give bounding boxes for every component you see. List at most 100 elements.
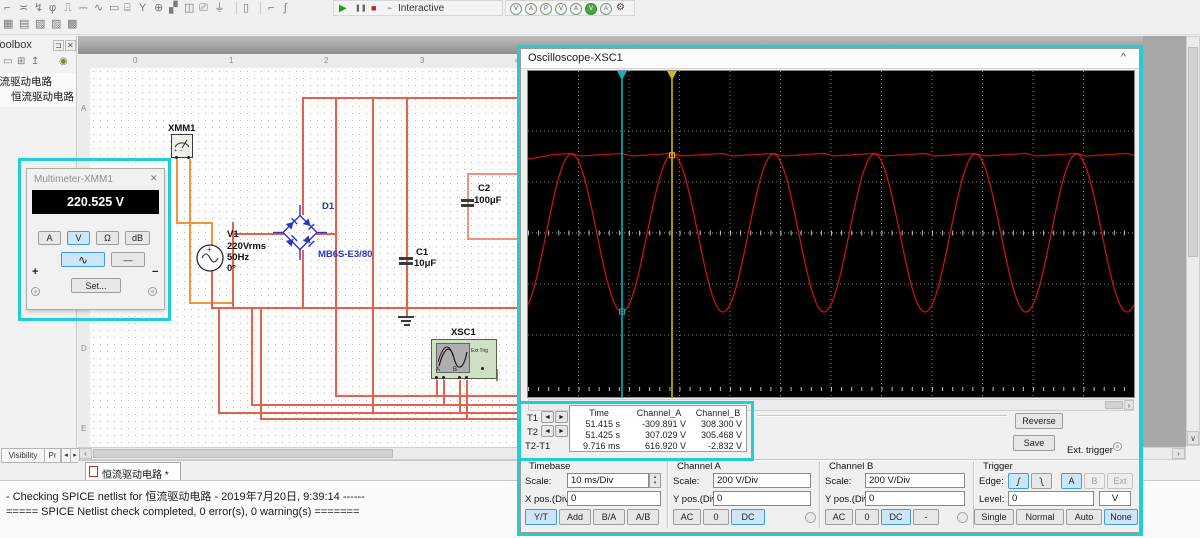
new-sheet-icon[interactable]: ▭ <box>3 57 12 67</box>
ac-mode-button[interactable]: ∿ <box>61 252 105 267</box>
vscroll-thumb[interactable] <box>1188 47 1198 257</box>
component-icon[interactable]: ∿ <box>94 3 103 14</box>
falling-edge-button[interactable]: ʃ <box>1031 473 1052 489</box>
component-icon[interactable]: ◫ <box>184 3 194 14</box>
tree-item-project[interactable]: 恒流驱动电路 <box>0 73 76 88</box>
dc-mode-button[interactable]: — <box>111 252 145 267</box>
component-icon[interactable]: ⏚ <box>214 3 225 14</box>
minus-terminal[interactable] <box>148 287 157 296</box>
component-icon[interactable]: Y <box>139 3 146 14</box>
timebase-xpos-input[interactable]: 0 <box>567 491 661 506</box>
scroll-down-button[interactable]: ∨ <box>1187 431 1199 445</box>
stop-button[interactable]: ■ <box>371 3 376 13</box>
wire-tool-icon[interactable]: ⌐ <box>268 3 274 14</box>
capacitor-c2-plate[interactable] <box>461 199 474 202</box>
timebase-scale-spinner[interactable]: ▴ ▾ <box>649 473 661 488</box>
mode-ohm-button[interactable]: Ω <box>96 231 119 245</box>
xmm1-terminal[interactable] <box>187 156 190 159</box>
add-mode-button[interactable]: Add <box>559 509 591 525</box>
diff-voltage-probe-icon[interactable]: V <box>555 3 567 15</box>
save-button[interactable]: Save <box>1013 435 1055 451</box>
open-icon[interactable]: ⊞ <box>17 57 25 67</box>
component-icon[interactable]: ⎚ <box>199 3 208 14</box>
component-icon[interactable]: ⌐ <box>4 3 10 14</box>
t2-left-button[interactable]: ◄ <box>541 425 554 437</box>
scope-scroll-right-button[interactable]: › <box>1124 400 1134 410</box>
trigger-source-ext-button[interactable]: Ext <box>1107 473 1133 489</box>
ba-mode-button[interactable]: B/A <box>593 509 625 525</box>
rising-edge-button[interactable]: ʃ <box>1008 473 1029 489</box>
trigger-normal-button[interactable]: Normal <box>1016 509 1064 525</box>
channel-b-dc-button[interactable]: DC <box>881 509 911 525</box>
graphic-tool-icon[interactable]: ▩ <box>67 19 77 30</box>
spinner-down-icon[interactable]: ▾ <box>650 480 660 486</box>
ac-source-v1[interactable]: + <box>194 243 226 275</box>
close-icon[interactable]: ✕ <box>65 40 76 51</box>
ext-trigger-terminal[interactable] <box>1113 442 1122 451</box>
xsc1-terminal[interactable] <box>465 376 468 379</box>
xsc1-ext-terminal[interactable] <box>481 367 484 370</box>
graphic-tool-icon[interactable]: ▦ <box>3 19 13 30</box>
oscilloscope-component[interactable]: Ext Trig A B <box>431 339 497 379</box>
channel-b-ypos-input[interactable]: 0 <box>865 491 965 506</box>
active-sheet-icon[interactable]: ◉ <box>59 57 68 67</box>
multimeter-component[interactable]: + − <box>171 134 193 158</box>
interactive-dropdown[interactable]: Interactive <box>398 3 444 14</box>
voltage-probe-icon[interactable]: V <box>510 3 522 15</box>
component-icon[interactable]: ⎍ <box>64 3 72 14</box>
channel-b-scale-input[interactable]: 200 V/Div <box>865 473 965 488</box>
capacitor-c1-plate[interactable] <box>399 262 413 265</box>
channel-a-dc-button[interactable]: DC <box>731 509 765 525</box>
trigger-single-button[interactable]: Single <box>974 509 1014 525</box>
tab-pr[interactable]: Pr <box>44 448 61 463</box>
phase-probe-icon[interactable]: A <box>600 3 612 15</box>
tab-visibility[interactable]: Visibility <box>1 448 45 463</box>
capacitor-c2-plate[interactable] <box>461 204 474 207</box>
component-icon[interactable]: ⌸ <box>124 3 131 14</box>
channel-a-ac-button[interactable]: AC <box>673 509 701 525</box>
xsc1-terminal[interactable] <box>442 376 445 379</box>
channel-b-terminal[interactable] <box>957 512 968 523</box>
graphic-tool-icon[interactable]: ▨ <box>51 19 61 30</box>
trigger-none-button[interactable]: None <box>1104 509 1138 525</box>
close-icon[interactable]: ✕ <box>150 173 158 184</box>
trigger-auto-button[interactable]: Auto <box>1066 509 1102 525</box>
mode-ampere-button[interactable]: A <box>38 231 61 245</box>
scroll-left-button[interactable]: ‹ <box>79 448 92 459</box>
t2-right-button[interactable]: ► <box>555 425 568 437</box>
mode-volt-button[interactable]: V <box>67 231 90 245</box>
channel-b-zero-button[interactable]: 0 <box>855 509 879 525</box>
component-icon[interactable]: ↯ <box>34 3 43 14</box>
scroll-right-button[interactable]: › <box>1172 448 1185 459</box>
capacitor-c1-plate[interactable] <box>399 257 413 260</box>
channel-b-minus-button[interactable]: - <box>913 509 939 525</box>
component-icon[interactable]: φ <box>49 3 56 14</box>
canvas-vscrollbar[interactable]: ∨ <box>1186 36 1200 446</box>
reverse-button[interactable]: Reverse <box>1015 413 1063 429</box>
power-probe-icon[interactable]: P <box>540 3 552 15</box>
xsc1-terminal[interactable] <box>458 376 461 379</box>
channel-a-terminal[interactable] <box>805 512 816 523</box>
channel-a-zero-button[interactable]: 0 <box>703 509 729 525</box>
scope-display[interactable] <box>527 70 1135 398</box>
scope-titlebar[interactable]: Oscilloscope-XSC1 ^ <box>521 49 1139 69</box>
scope-hscroll-thumb[interactable] <box>1105 401 1123 409</box>
edge-tool-icon[interactable]: ʃ <box>284 3 286 14</box>
timebase-scale-input[interactable]: 10 ms/Div <box>567 473 649 488</box>
graphic-tool-icon[interactable]: ▤ <box>19 19 29 30</box>
xmm1-terminal[interactable] <box>175 156 178 159</box>
collapse-icon[interactable]: ^ <box>1121 52 1126 63</box>
set-button[interactable]: Set... <box>71 278 121 293</box>
xsc1-terminal[interactable] <box>435 376 438 379</box>
sheet-tab[interactable]: 恒流驱动电路 * <box>85 462 181 481</box>
pause-button[interactable]: ❚❚ <box>355 4 367 12</box>
component-icon[interactable]: ▞ <box>169 3 177 14</box>
graphic-tool-icon[interactable]: ▧ <box>35 19 45 30</box>
component-icon[interactable]: ⎓ <box>79 3 88 14</box>
yt-mode-button[interactable]: Y/T <box>525 509 557 525</box>
toolbox-titlebar[interactable]: Toolbox ⊐ ✕ <box>0 38 76 54</box>
multimeter-window[interactable]: Multimeter-XMM1 ✕ 220.525 V A V Ω dB ∿ —… <box>26 168 165 310</box>
trigger-level-input[interactable]: 0 <box>1008 491 1094 506</box>
plus-terminal[interactable] <box>31 287 40 296</box>
current-probe2-icon[interactable]: A <box>570 3 582 15</box>
